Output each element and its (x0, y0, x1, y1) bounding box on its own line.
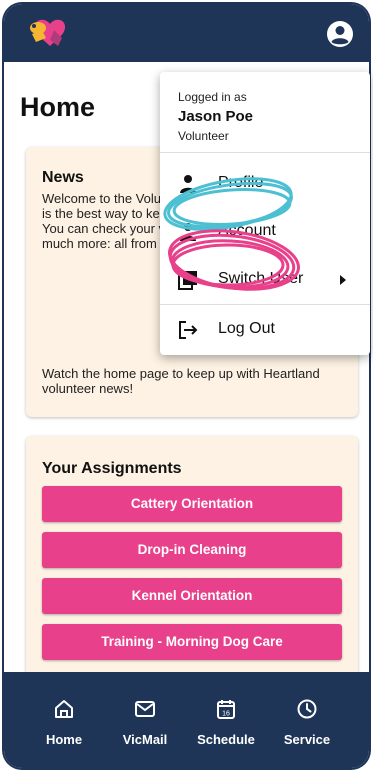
assignments-heading: Your Assignments (42, 460, 182, 477)
bottom-navigation: Home VicMail 16 Schedule Service (4, 672, 369, 768)
menu-item-profile[interactable]: Profile (160, 160, 370, 208)
person-icon (180, 175, 196, 193)
nav-schedule[interactable]: 16 Schedule (186, 698, 266, 747)
menu-item-profile-label: Profile (218, 174, 264, 191)
account-icon (180, 223, 196, 241)
calendar-day-number: 16 (222, 711, 230, 718)
assignments-card: Your Assignments Cattery Orientation Dro… (26, 436, 358, 676)
assignment-button-cattery-orientation[interactable]: Cattery Orientation (42, 486, 342, 522)
menu-item-switch-user-label: Switch User (218, 270, 304, 287)
nav-service-label: Service (283, 732, 331, 747)
menu-item-log-out-label: Log Out (218, 320, 275, 337)
assignment-button-drop-in-cleaning[interactable]: Drop-in Cleaning (42, 532, 342, 568)
nav-vicmail-label: VicMail (122, 732, 168, 747)
user-menu-header: Logged in as Jason Poe Volunteer (160, 72, 370, 153)
mail-icon (135, 701, 155, 717)
switch-user-icon (178, 271, 197, 290)
nav-home-label: Home (45, 732, 83, 747)
menu-divider (160, 304, 370, 305)
page-title: Home (20, 92, 96, 122)
user-name: Jason Poe (178, 108, 254, 125)
nav-vicmail[interactable]: VicMail (105, 698, 185, 747)
nav-schedule-label: Schedule (197, 732, 255, 747)
news-footer: Watch the home page to keep up with Hear… (42, 366, 320, 396)
account-circle-icon[interactable] (326, 20, 354, 48)
logged-in-label: Logged in as (178, 90, 247, 104)
calendar-icon: 16 (217, 700, 235, 719)
menu-item-switch-user[interactable]: Switch User (160, 256, 370, 304)
user-menu-dropdown: Logged in as Jason Poe Volunteer Profile… (160, 72, 370, 355)
nav-service[interactable]: Service (267, 698, 347, 747)
nav-home[interactable]: Home (24, 698, 104, 747)
heart-hands-logo-icon[interactable] (24, 16, 70, 52)
clock-icon (297, 699, 317, 719)
app-header (4, 4, 369, 62)
user-role: Volunteer (178, 129, 229, 143)
home-icon (55, 700, 73, 718)
assignment-button-kennel-orientation[interactable]: Kennel Orientation (42, 578, 342, 614)
assignment-button-training-morning-dog-care[interactable]: Training - Morning Dog Care (42, 624, 342, 660)
news-heading: News (42, 169, 84, 186)
chevron-right-icon (340, 275, 346, 285)
menu-item-account-label: Account (218, 222, 276, 239)
menu-item-log-out[interactable]: Log Out (160, 306, 370, 354)
menu-item-account[interactable]: Account (160, 208, 370, 256)
logout-icon (179, 321, 198, 339)
